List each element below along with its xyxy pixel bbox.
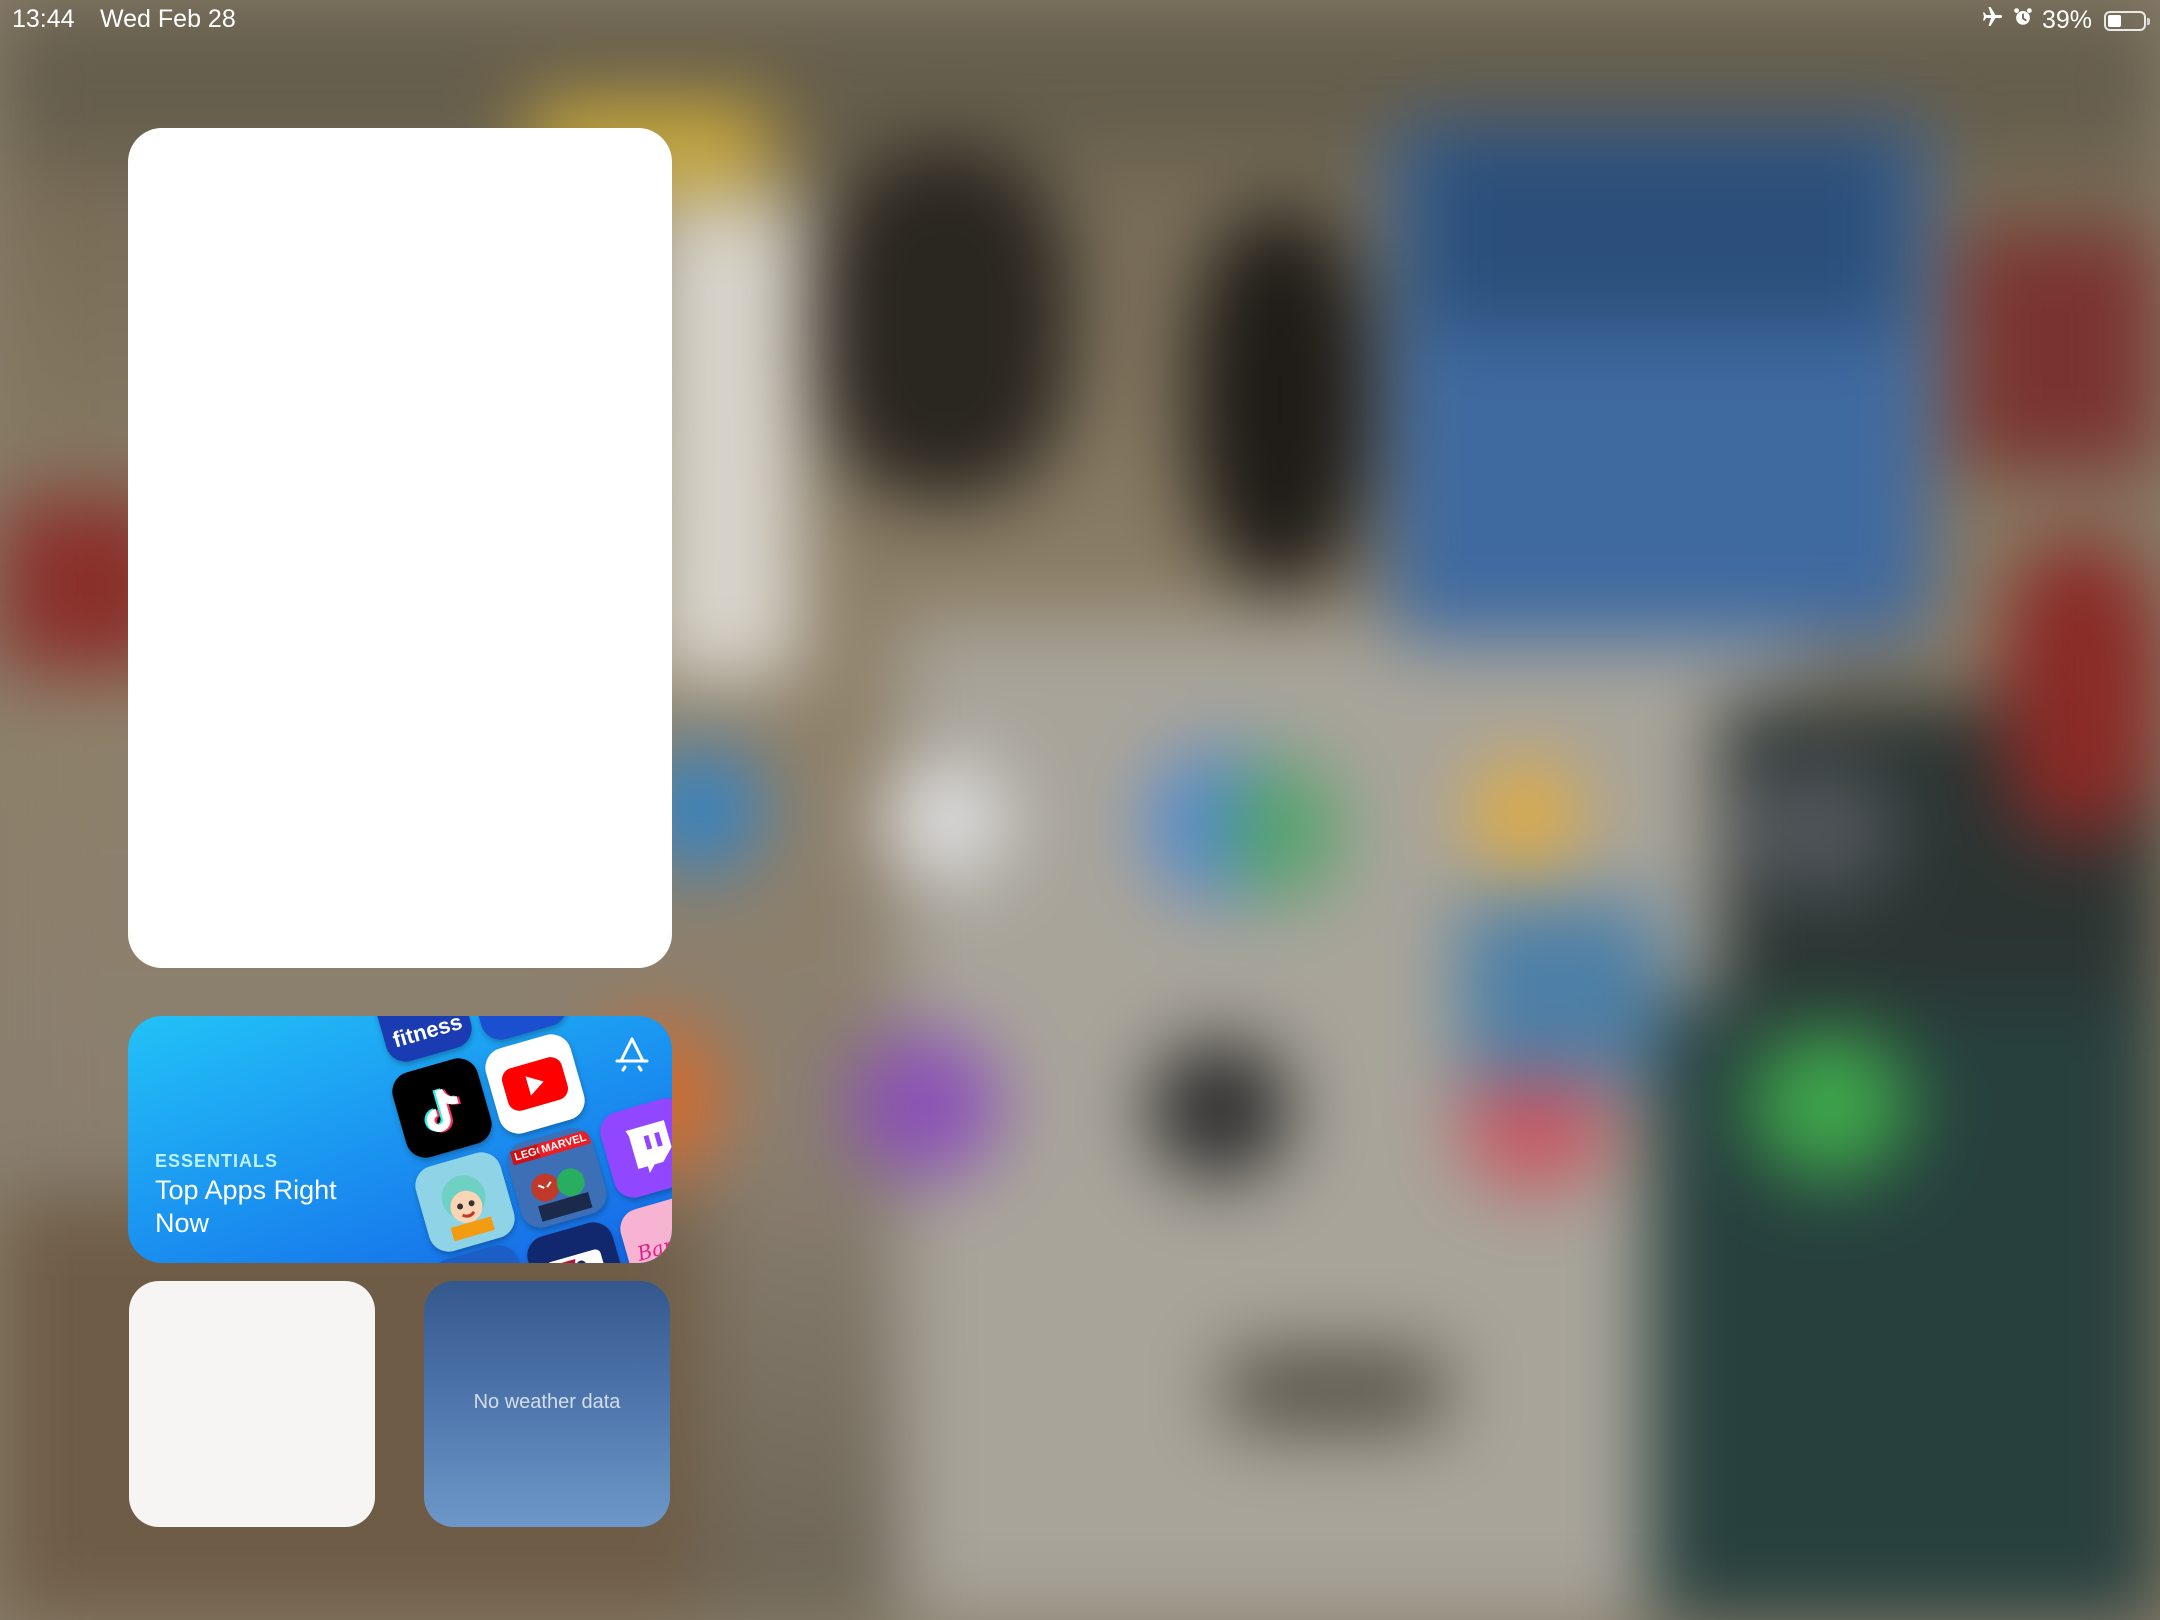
- large-widget[interactable]: [128, 128, 672, 968]
- app-store-icon: [612, 1034, 652, 1074]
- barbie-icon: Barbie: [615, 1190, 672, 1263]
- youtube-icon: [480, 1029, 590, 1139]
- toca-boca-icon: [410, 1147, 520, 1257]
- airplane-mode-icon: [1980, 5, 2004, 36]
- app-store-kicker: ESSENTIALS: [155, 1151, 279, 1171]
- fitness-tile-label: fitness: [389, 1016, 465, 1053]
- battery-percentage: 39%: [2041, 6, 2092, 34]
- small-widget[interactable]: [129, 1281, 375, 1527]
- weather-message: No weather data: [473, 1391, 621, 1413]
- weather-widget[interactable]: No weather data: [424, 1281, 670, 1527]
- alarm-icon: [2012, 6, 2034, 35]
- app-store-widget[interactable]: fitness LEGO MARVEL Barbie ESSENTIALS To…: [128, 1016, 672, 1263]
- barbie-label: Barbie: [634, 1224, 672, 1263]
- status-right-group: 39%: [1980, 5, 2150, 36]
- status-date: Wed Feb 28: [100, 5, 236, 33]
- tiktok-icon: [387, 1053, 497, 1163]
- app-store-title: Top Apps Right Now: [155, 1175, 337, 1238]
- battery-icon: [2104, 10, 2150, 31]
- status-bar: 13:44 Wed Feb 28 39%: [0, 0, 2160, 40]
- status-time: 13:44: [12, 5, 75, 33]
- battery-fill: [2108, 14, 2121, 27]
- twitch-icon: [595, 1093, 672, 1203]
- lego-marvel-icon: LEGO MARVEL: [502, 1123, 612, 1233]
